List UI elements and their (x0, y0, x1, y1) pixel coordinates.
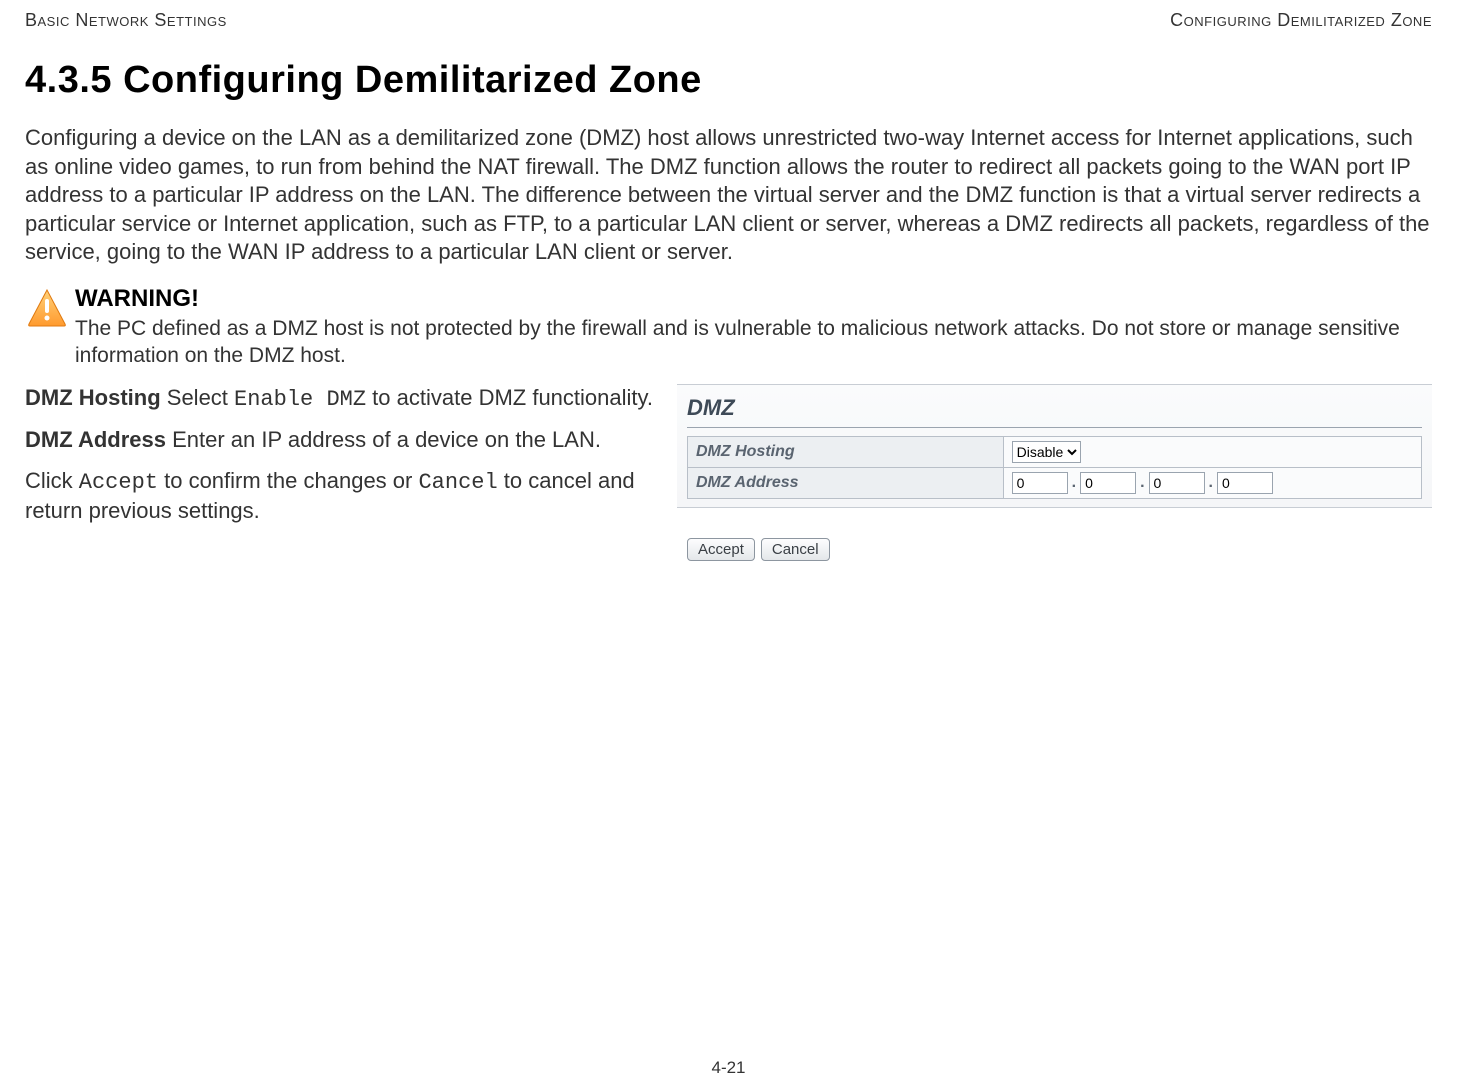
row-label-hosting: DMZ Hosting (688, 436, 1004, 467)
warning-icon (25, 285, 75, 336)
intro-paragraph: Configuring a device on the LAN as a dem… (25, 124, 1432, 267)
ip-dot: . (1207, 474, 1215, 492)
page-number: 4-21 (0, 1058, 1457, 1078)
warning-body: The PC defined as a DMZ host is not prot… (75, 315, 1432, 370)
panel-title: DMZ (687, 391, 1422, 428)
dmz-hosting-desc: DMZ Hosting Select Enable DMZ to activat… (25, 384, 665, 415)
section-title: Configuring Demilitarized Zone (123, 59, 702, 101)
ip-dot: . (1070, 474, 1078, 492)
cancel-button[interactable]: Cancel (761, 538, 830, 561)
dmz-address-desc: DMZ Address Enter an IP address of a dev… (25, 426, 665, 455)
ip-octet-4[interactable] (1217, 472, 1273, 494)
section-number: 4.3.5 (25, 59, 112, 101)
page-header: Basic Network Settings Configuring Demil… (25, 10, 1432, 31)
enable-dmz-code: Enable DMZ (234, 387, 366, 412)
table-row: DMZ Address . . . (688, 467, 1422, 498)
accept-button[interactable]: Accept (687, 538, 755, 561)
header-left: Basic Network Settings (25, 10, 227, 31)
row-label-address: DMZ Address (688, 467, 1004, 498)
warning-title: WARNING! (75, 285, 1432, 313)
dmz-config-panel: DMZ DMZ Hosting Disable DMZ Address (677, 384, 1432, 561)
dmz-hosting-select[interactable]: Disable (1012, 441, 1081, 463)
ip-dot: . (1138, 474, 1146, 492)
accept-code: Accept (79, 470, 158, 495)
ip-octet-1[interactable] (1012, 472, 1068, 494)
cancel-code: Cancel (418, 470, 497, 495)
ip-octet-3[interactable] (1149, 472, 1205, 494)
action-desc: Click Accept to confirm the changes or C… (25, 467, 665, 526)
table-row: DMZ Hosting Disable (688, 436, 1422, 467)
section-heading: 4.3.5 Configuring Demilitarized Zone (25, 59, 1432, 102)
header-right: Configuring Demilitarized Zone (1170, 10, 1432, 31)
warning-block: WARNING! The PC defined as a DMZ host is… (25, 285, 1432, 370)
dmz-address-label: DMZ Address (25, 427, 166, 452)
dmz-hosting-label: DMZ Hosting (25, 385, 161, 410)
ip-octet-2[interactable] (1080, 472, 1136, 494)
